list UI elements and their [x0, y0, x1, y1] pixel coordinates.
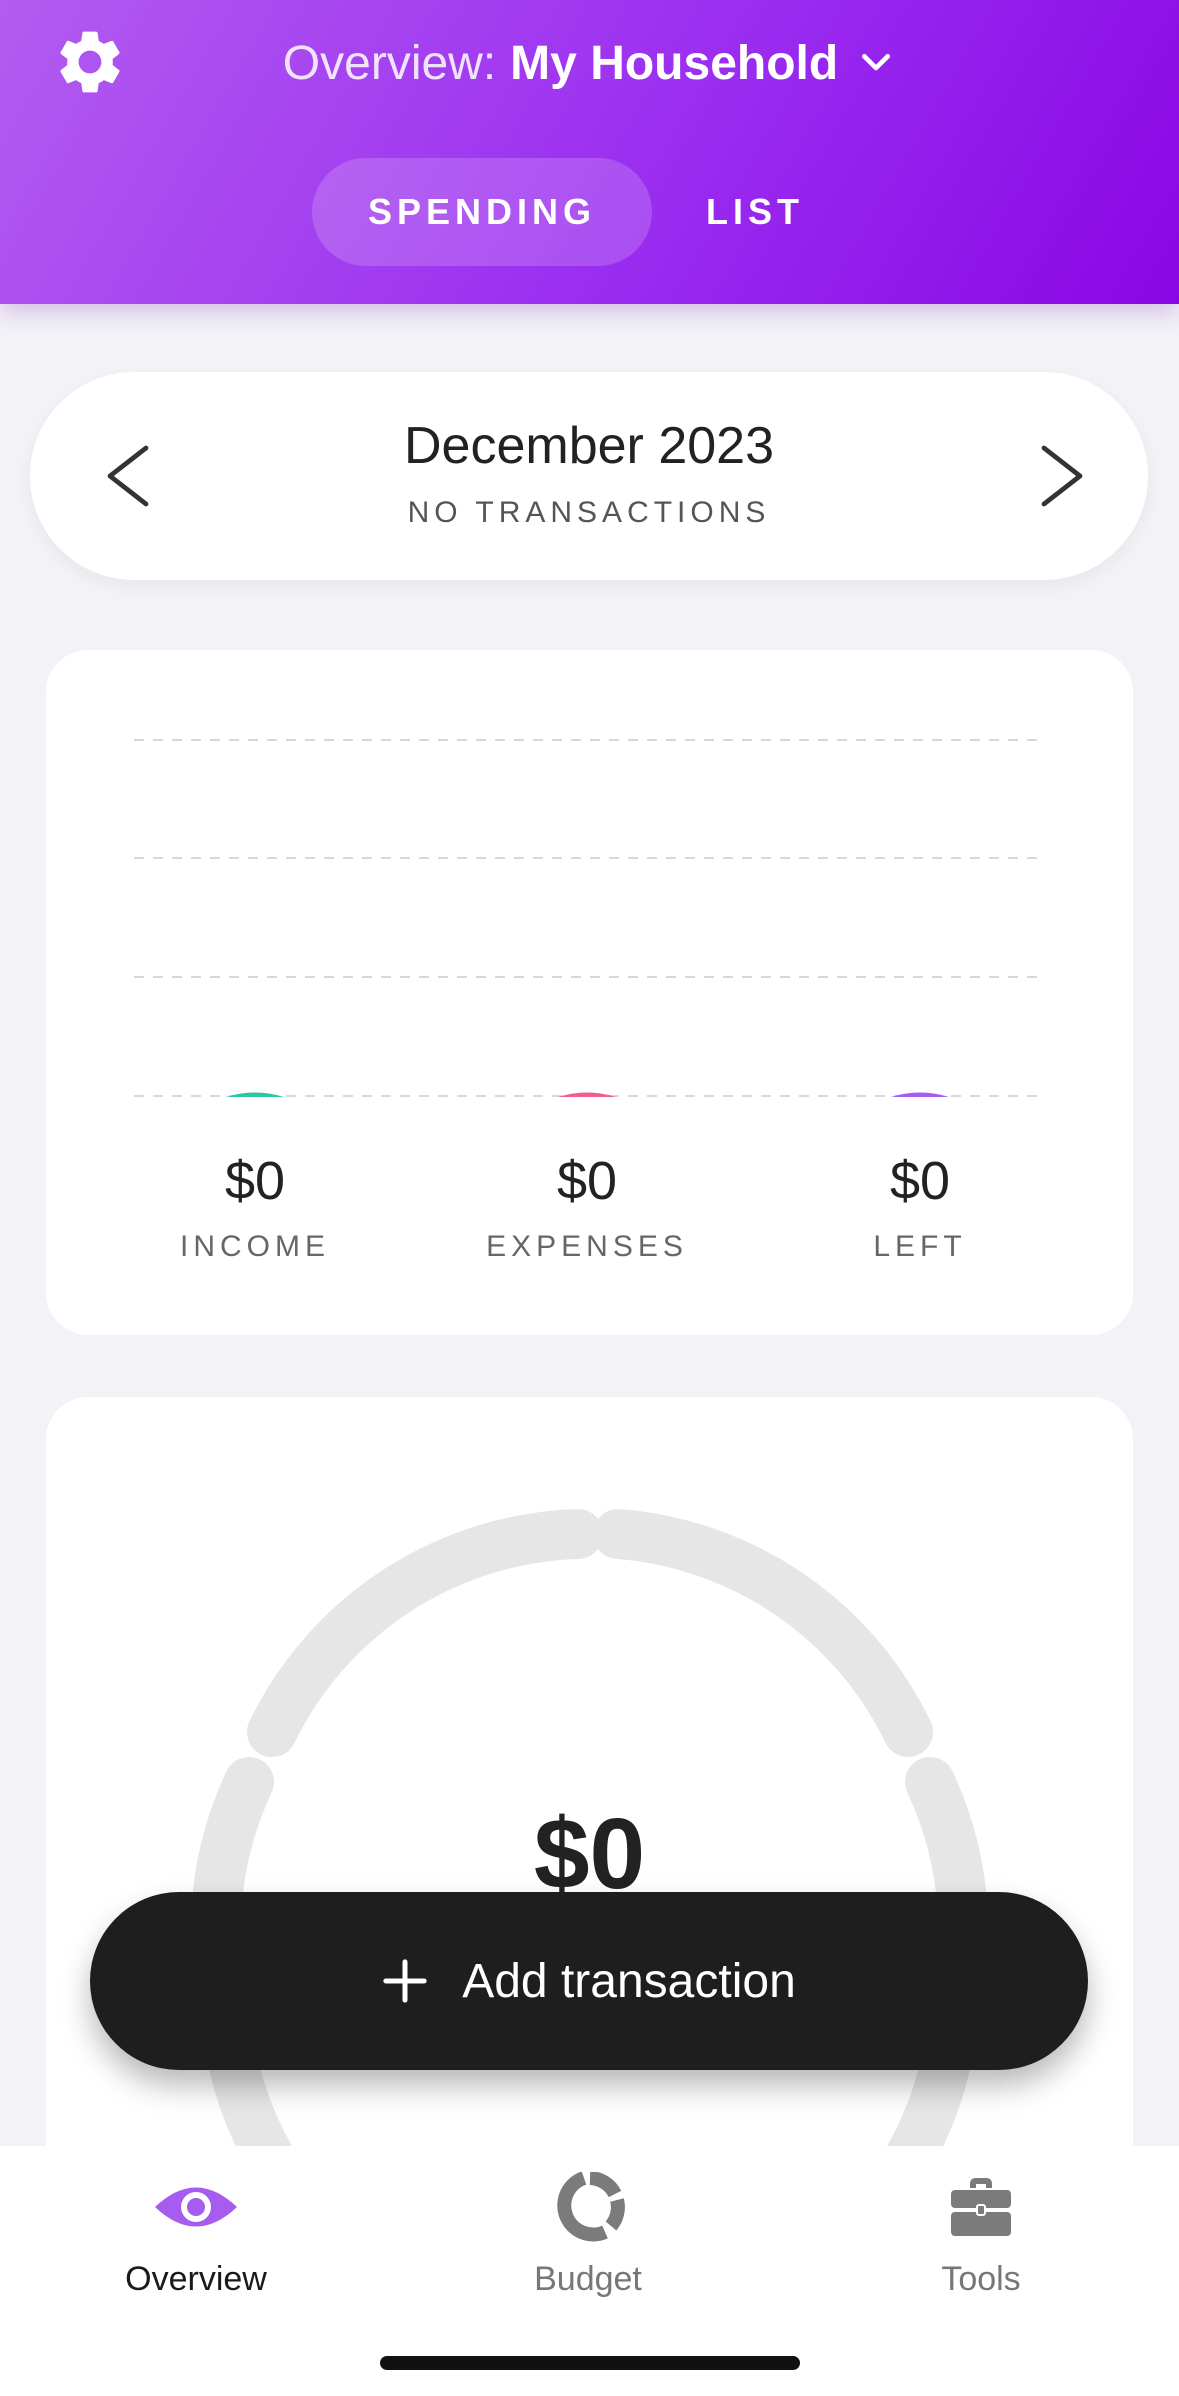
tab-overview-label: Overview: [125, 2260, 267, 2298]
month-title: December 2023: [404, 417, 774, 475]
add-transaction-label: Add transaction: [462, 1954, 796, 2008]
tab-tools-label: Tools: [941, 2260, 1021, 2298]
ring-segment: [593, 1509, 933, 1757]
ring-segment: [247, 1509, 603, 1757]
add-transaction-button[interactable]: Add transaction: [90, 1892, 1088, 2070]
home-indicator: [380, 2356, 800, 2370]
chevron-right-icon[interactable]: [1032, 444, 1092, 508]
tab-list[interactable]: LIST: [680, 158, 830, 266]
transactions-status: NO TRANSACTIONS: [407, 496, 771, 529]
tab-tools[interactable]: Tools: [851, 2172, 1111, 2322]
household-name: My Household: [510, 36, 839, 90]
chevron-down-icon: [862, 54, 891, 71]
tab-overview[interactable]: Overview: [66, 2172, 326, 2322]
briefcase-icon: [951, 2178, 1011, 2236]
income-stat: $0 INCOME: [105, 1150, 405, 1264]
month-selector: December 2023 NO TRANSACTIONS: [30, 372, 1148, 580]
app-header: Overview: My Household SPENDING LIST: [0, 0, 1179, 304]
expenses-stat: $0 EXPENSES: [437, 1150, 737, 1264]
left-bar: [891, 1092, 949, 1097]
left-value: $0: [889, 1151, 951, 1211]
title-prefix: Overview:: [282, 36, 497, 90]
tab-spending[interactable]: SPENDING: [312, 158, 652, 266]
plus-icon: [383, 1959, 427, 2003]
donut-chart-icon: [557, 2172, 625, 2242]
household-selector[interactable]: Overview: My Household: [0, 30, 1179, 96]
eye-icon: [155, 2187, 237, 2227]
tab-budget-label: Budget: [534, 2260, 642, 2298]
left-label: LEFT: [873, 1230, 967, 1263]
income-value: $0: [224, 1151, 286, 1211]
left-stat: $0 LEFT: [770, 1150, 1070, 1264]
expenses-value: $0: [556, 1151, 618, 1211]
income-bar: [226, 1092, 284, 1097]
tab-budget[interactable]: Budget: [458, 2172, 718, 2322]
expenses-bar: [558, 1092, 616, 1097]
expenses-label: EXPENSES: [486, 1230, 688, 1263]
summary-chart-card: $0 INCOME $0 EXPENSES $0 LEFT: [46, 650, 1133, 1335]
income-label: INCOME: [180, 1230, 330, 1263]
